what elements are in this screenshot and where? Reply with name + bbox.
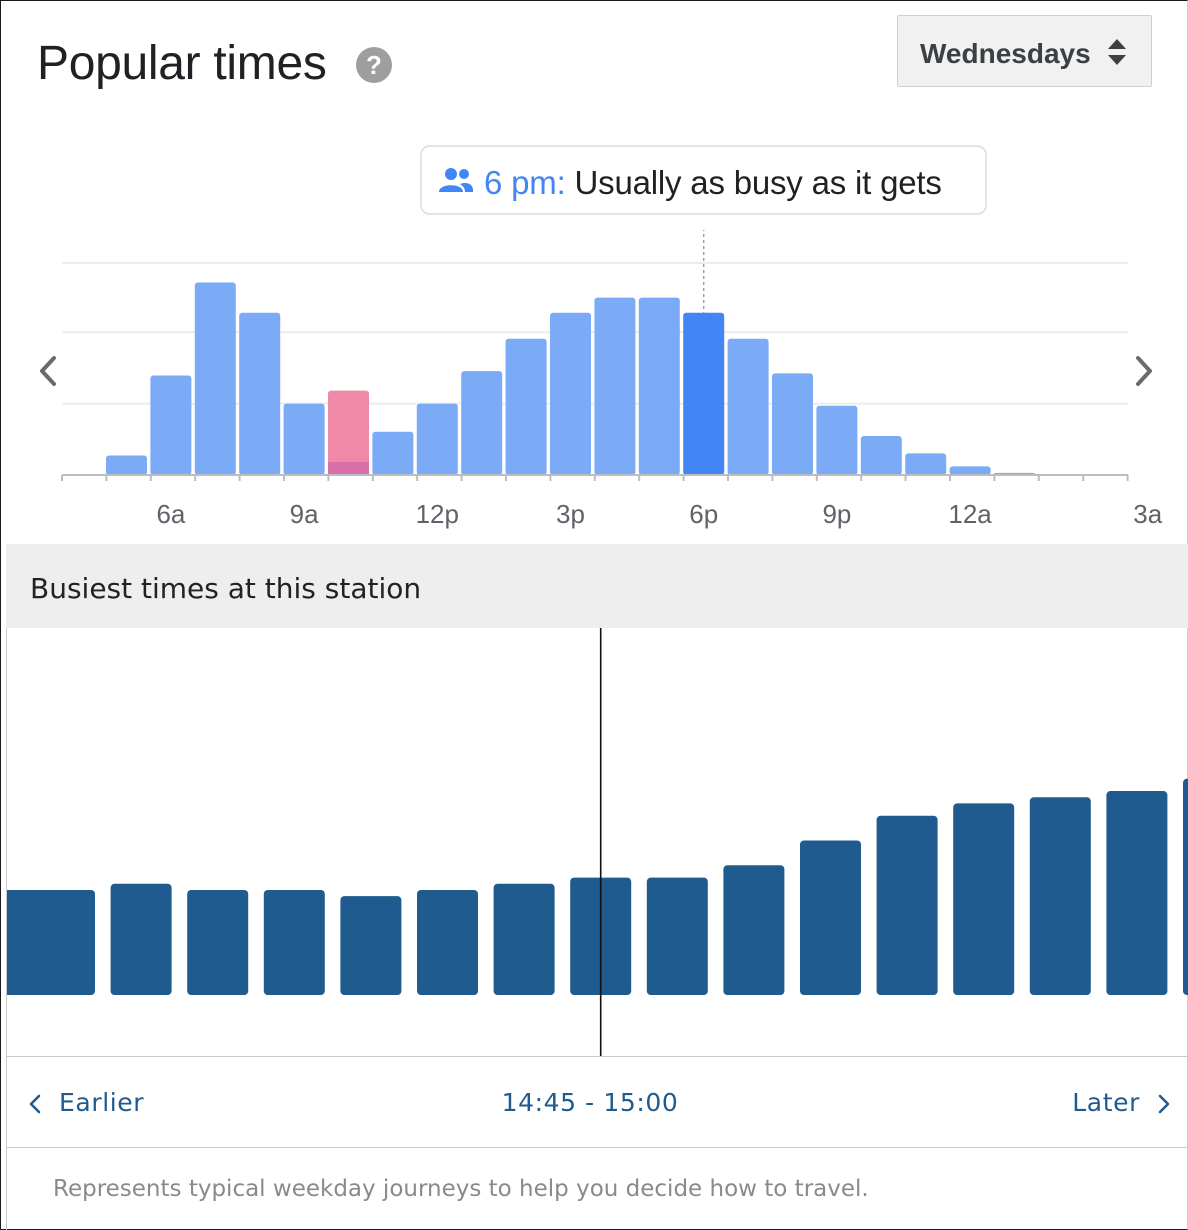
bar-1p xyxy=(461,371,503,475)
day-selector-value: Wednesdays xyxy=(920,38,1091,69)
bar-11p xyxy=(905,453,947,475)
chevron-right-icon xyxy=(1158,1094,1170,1114)
tooltip-description: Usually as busy as it gets xyxy=(574,164,942,201)
station-bar xyxy=(493,883,555,995)
station-bar xyxy=(34,889,95,995)
usual-bar-10a xyxy=(328,462,369,475)
up-down-icon xyxy=(1108,39,1126,65)
bar-7p xyxy=(727,338,769,475)
station-bar xyxy=(800,840,861,995)
later-label: Later xyxy=(1072,1088,1140,1117)
divider xyxy=(7,1147,1188,1148)
station-bar xyxy=(876,815,938,995)
station-bar xyxy=(1029,797,1091,995)
tooltip-time: 6 pm: xyxy=(484,164,566,201)
popular-times-title: Popular times xyxy=(37,37,327,90)
station-bar xyxy=(340,896,402,995)
x-tick-label: 6p xyxy=(689,499,718,529)
x-tick-label: 3a xyxy=(1133,499,1162,529)
chevron-right-icon[interactable] xyxy=(1130,352,1158,390)
station-bar xyxy=(646,877,708,995)
station-busyness-panel: Earlier 14:45 - 15:00 Later Represents t… xyxy=(6,628,1188,1230)
bar-10p xyxy=(860,436,902,475)
popular-times-chart: 6a 9a 12p 3p 6p 9p 12a 3a xyxy=(61,230,1163,529)
help-icon[interactable]: ? xyxy=(356,47,392,83)
people-icon xyxy=(439,168,474,192)
bar-5a xyxy=(106,455,147,475)
busiest-times-header: Busiest times at this station xyxy=(6,544,1188,628)
bar-4p xyxy=(594,297,636,475)
x-tick-label: 12a xyxy=(948,499,992,529)
station-bar xyxy=(263,889,325,995)
x-tick-label: 12p xyxy=(416,499,459,529)
divider xyxy=(7,1056,1188,1057)
tooltip-text: 6 pm: Usually as busy as it gets xyxy=(484,164,942,202)
bar-3p xyxy=(550,312,591,475)
station-bar xyxy=(953,803,1015,995)
bar-12a xyxy=(949,466,991,475)
bar-11a xyxy=(372,431,414,475)
bar-8a xyxy=(239,312,281,475)
x-tick-label: 9a xyxy=(290,499,319,529)
bar-9a xyxy=(283,403,325,475)
day-selector[interactable]: Wednesdays xyxy=(897,15,1152,87)
footnote: Represents typical weekday journeys to h… xyxy=(53,1176,869,1202)
bar-5p xyxy=(638,297,680,475)
x-tick-label: 3p xyxy=(556,499,585,529)
busyness-tooltip: 6 pm: Usually as busy as it gets xyxy=(420,145,987,215)
bar-9p xyxy=(816,405,858,475)
later-button[interactable]: Later xyxy=(1072,1088,1170,1117)
bar-7a xyxy=(194,282,236,475)
bar-8p xyxy=(772,373,813,475)
station-bar xyxy=(723,865,785,995)
bar-6p xyxy=(683,312,725,475)
station-bar xyxy=(1106,791,1168,995)
station-bar xyxy=(417,889,478,995)
time-range: 14:45 - 15:00 xyxy=(501,1088,679,1117)
x-tick-label: 6a xyxy=(156,499,185,529)
station-bar xyxy=(1183,778,1188,995)
busiest-times-title: Busiest times at this station xyxy=(30,572,422,605)
bar-12p xyxy=(416,403,458,475)
station-bar xyxy=(187,889,249,995)
station-bar xyxy=(110,883,172,995)
chevron-left-icon[interactable] xyxy=(34,352,62,390)
bar-6a xyxy=(150,375,192,475)
bar-2p xyxy=(505,338,547,475)
station-busyness-chart xyxy=(7,628,1188,1056)
x-tick-label: 9p xyxy=(822,499,851,529)
